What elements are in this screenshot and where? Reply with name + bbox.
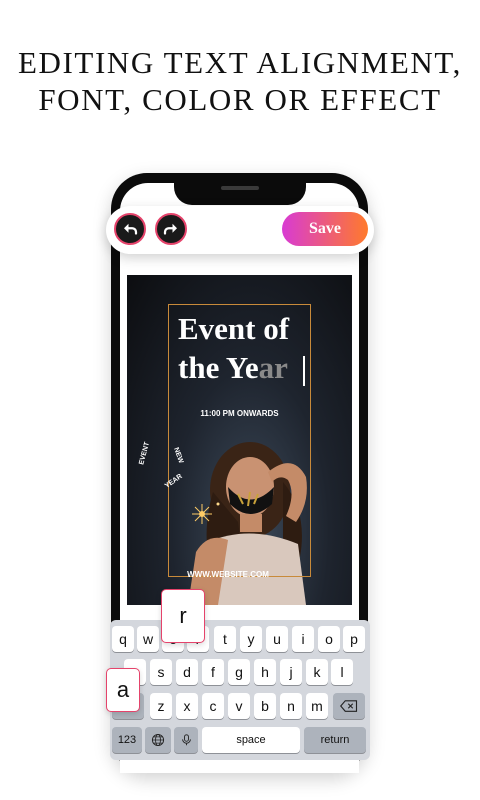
key-o[interactable]: o — [318, 626, 340, 652]
key-h[interactable]: h — [254, 659, 276, 685]
key-g[interactable]: g — [228, 659, 250, 685]
key-q[interactable]: q — [112, 626, 134, 652]
title-text-faded: ar — [258, 350, 288, 385]
key-w[interactable]: w — [137, 626, 159, 652]
backspace-key[interactable] — [333, 693, 365, 719]
key-y[interactable]: y — [240, 626, 262, 652]
globe-icon — [151, 733, 165, 747]
microphone-key[interactable] — [174, 727, 198, 753]
poster-time[interactable]: 11:00 PM ONWARDS — [168, 409, 311, 418]
key-popup-a: a — [106, 668, 140, 712]
microphone-icon — [181, 734, 191, 746]
headline-line-2: FONT, COLOR OR EFFECT — [38, 82, 442, 117]
numbers-key[interactable]: 123 — [112, 727, 142, 753]
key-c[interactable]: c — [202, 693, 224, 719]
save-button[interactable]: Save — [282, 212, 368, 246]
poster-website[interactable]: WWW.WEBSITE.COM — [168, 570, 288, 579]
key-f[interactable]: f — [202, 659, 224, 685]
phone-notch — [174, 178, 306, 205]
title-text-solid: the Ye — [178, 350, 259, 385]
key-t[interactable]: t — [214, 626, 236, 652]
key-l[interactable]: l — [331, 659, 353, 685]
key-d[interactable]: d — [176, 659, 198, 685]
key-b[interactable]: b — [254, 693, 276, 719]
space-key[interactable]: space — [202, 727, 300, 753]
text-cursor — [303, 356, 305, 386]
key-n[interactable]: n — [280, 693, 302, 719]
key-j[interactable]: j — [280, 659, 302, 685]
key-u[interactable]: u — [266, 626, 288, 652]
key-i[interactable]: i — [292, 626, 314, 652]
key-z[interactable]: z — [150, 693, 172, 719]
key-s[interactable]: s — [150, 659, 172, 685]
key-x[interactable]: x — [176, 693, 198, 719]
key-popup-r: r — [161, 589, 205, 643]
undo-button[interactable] — [114, 213, 146, 245]
redo-icon — [163, 223, 177, 235]
headline-line-1: EDITING TEXT ALIGNMENT, — [17, 45, 463, 80]
headline: EDITING TEXT ALIGNMENT, FONT, COLOR OR E… — [0, 44, 480, 118]
undo-icon — [124, 223, 138, 235]
phone-speaker — [221, 186, 259, 190]
backspace-icon — [340, 700, 358, 712]
key-p[interactable]: p — [343, 626, 365, 652]
poster-title-line-2[interactable]: the Year — [178, 350, 288, 386]
return-key[interactable]: return — [304, 727, 366, 753]
key-m[interactable]: m — [306, 693, 328, 719]
poster-title-line-1[interactable]: Event of — [178, 311, 289, 347]
redo-button[interactable] — [155, 213, 187, 245]
key-k[interactable]: k — [306, 659, 328, 685]
key-v[interactable]: v — [228, 693, 250, 719]
globe-key[interactable] — [145, 727, 171, 753]
